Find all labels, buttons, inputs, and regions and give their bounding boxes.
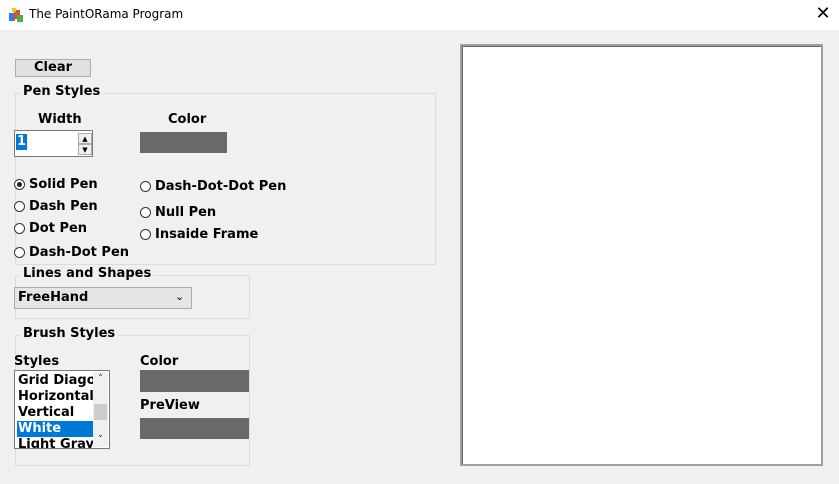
- pen-width-stepper[interactable]: 1 ▲ ▼: [14, 130, 93, 157]
- list-item[interactable]: Light Gray: [17, 437, 93, 448]
- chevron-down-icon[interactable]: ˅: [93, 433, 108, 447]
- brush-color-swatch[interactable]: [140, 370, 249, 392]
- window-title: The PaintORama Program: [29, 7, 184, 21]
- scrollbar-thumb[interactable]: [94, 404, 107, 420]
- brush-preview-label: PreView: [140, 398, 200, 413]
- brush-styles-label: Styles: [14, 354, 60, 369]
- radio-solid-pen[interactable]: Solid Pen: [14, 177, 98, 192]
- pen-color-swatch[interactable]: [140, 132, 227, 153]
- brush-preview-swatch: [140, 418, 249, 439]
- chevron-up-icon[interactable]: ▲: [78, 133, 92, 144]
- radio-null-pen[interactable]: Null Pen: [140, 205, 216, 220]
- radio-indicator: [14, 179, 25, 190]
- pen-color-label: Color: [168, 112, 207, 127]
- chevron-down-icon[interactable]: ▼: [78, 144, 92, 155]
- radio-label: Solid Pen: [29, 177, 98, 192]
- radio-dash-dot-pen[interactable]: Dash-Dot Pen: [14, 245, 129, 260]
- radio-dash-pen[interactable]: Dash Pen: [14, 199, 98, 214]
- radio-label: Dash-Dot Pen: [29, 245, 130, 260]
- radio-label: Null Pen: [155, 205, 217, 220]
- chevron-down-icon: ⌄: [175, 290, 185, 303]
- listbox-scrollbar[interactable]: ˄ ˅: [93, 372, 108, 447]
- radio-label: Dot Pen: [29, 221, 88, 236]
- list-item[interactable]: Horizontal: [17, 389, 93, 405]
- radio-indicator: [140, 181, 151, 192]
- pen-styles-group-label: Pen Styles: [20, 84, 104, 99]
- radio-dash-dot-dot-pen[interactable]: Dash-Dot-Dot Pen: [140, 179, 286, 194]
- brush-styles-listbox[interactable]: Grid Diagor Horizontal Vertical White Li…: [14, 370, 110, 449]
- radio-label: Dash-Dot-Dot Pen: [155, 179, 287, 194]
- list-item-selected[interactable]: White: [17, 421, 93, 437]
- lines-shapes-dropdown[interactable]: FreeHand ⌄: [14, 287, 192, 309]
- radio-insaide-frame[interactable]: Insaide Frame: [140, 227, 258, 242]
- drawing-canvas[interactable]: [460, 44, 823, 466]
- brush-styles-group-label: Brush Styles: [20, 326, 119, 341]
- radio-indicator: [14, 247, 25, 258]
- lines-shapes-group-label: Lines and Shapes: [20, 266, 155, 281]
- radio-indicator: [140, 207, 151, 218]
- dropdown-value: FreeHand: [18, 290, 89, 305]
- radio-indicator: [14, 201, 25, 212]
- clear-button[interactable]: Clear: [15, 59, 91, 77]
- paint-palette-icon: [8, 7, 24, 23]
- radio-indicator: [14, 223, 25, 234]
- pen-width-value[interactable]: 1: [16, 134, 28, 150]
- chevron-up-icon[interactable]: ˄: [93, 372, 108, 386]
- radio-indicator: [140, 229, 151, 240]
- list-item[interactable]: Vertical: [17, 405, 93, 421]
- pen-width-label: Width: [38, 112, 82, 127]
- radio-label: Insaide Frame: [155, 227, 259, 242]
- radio-dot-pen[interactable]: Dot Pen: [14, 221, 87, 236]
- brush-color-label: Color: [140, 354, 179, 369]
- list-item[interactable]: Grid Diagor: [17, 373, 93, 389]
- close-icon[interactable]: ✕: [814, 5, 832, 23]
- radio-label: Dash Pen: [29, 199, 98, 214]
